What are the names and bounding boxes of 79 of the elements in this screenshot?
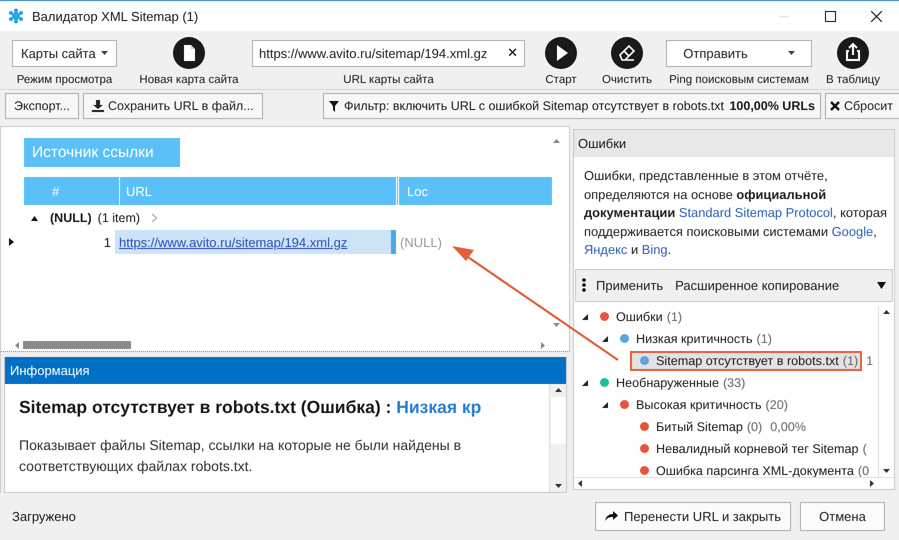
scroll-left-icon bbox=[578, 480, 582, 488]
tree-item[interactable]: Невалидный корневой тег Sitemap ( bbox=[630, 438, 871, 459]
scroll-down-icon bbox=[553, 323, 560, 328]
toolbar-caption: Режим просмотра bbox=[16, 74, 112, 86]
close-icon bbox=[830, 101, 840, 112]
export-button[interactable]: Экспорт... bbox=[5, 93, 79, 120]
toolbar-caption: URL карты сайта bbox=[343, 74, 434, 86]
url-field[interactable]: https://www.avito.ru/sitemap/194.xml.gz ✕ bbox=[252, 40, 525, 66]
scroll-down-icon bbox=[883, 469, 890, 474]
panel-title: Ошибки bbox=[574, 130, 894, 158]
table-cell-text: (NULL) bbox=[399, 234, 442, 250]
tree-item[interactable]: Высокая критичность (20) bbox=[610, 394, 792, 415]
tree-item[interactable]: Битый Sitemap (0) bbox=[630, 416, 766, 437]
dropdown[interactable]: Карты сайта bbox=[12, 40, 117, 66]
group-label: (NULL) bbox=[50, 211, 92, 226]
row-number: 1 bbox=[102, 234, 112, 250]
status-text: Загружено bbox=[12, 509, 77, 524]
app-icon bbox=[8, 8, 24, 24]
tree-item[interactable]: Sitemap отсутствует в robots.txt (1) bbox=[630, 350, 862, 371]
link[interactable]: Standard Sitemap Protocol bbox=[678, 205, 833, 220]
tree-item[interactable]: Ошибки (1) bbox=[590, 306, 686, 327]
link[interactable]: Google bbox=[832, 224, 874, 239]
row-pointer-icon bbox=[9, 238, 14, 246]
reset-button[interactable]: Сбросит bbox=[824, 93, 899, 120]
info-text: Показывает файлы Sitemap, ссылки на которые не были найдены в соответствующих файлах robots.txt. bbox=[19, 436, 462, 476]
scroll-left-icon bbox=[15, 342, 19, 349]
download-icon bbox=[92, 100, 104, 112]
caret-icon bbox=[101, 51, 108, 55]
link[interactable]: Яндекс bbox=[584, 242, 628, 258]
toolbar-caption: Новая карта сайта bbox=[139, 74, 239, 86]
scroll-right-icon bbox=[541, 342, 545, 349]
tree-item[interactable]: Ошибка парсинга XML-документа (0 bbox=[630, 460, 874, 481]
caret-icon bbox=[788, 51, 795, 55]
item-share: 0,00% bbox=[770, 420, 806, 434]
group-count: (1 item) bbox=[98, 211, 140, 226]
dropdown-icon bbox=[877, 282, 886, 289]
cancel-button[interactable]: Отмена bbox=[800, 502, 885, 532]
export-icon bbox=[837, 37, 869, 69]
scrollbar-thumb[interactable] bbox=[550, 396, 566, 444]
scroll-down-icon bbox=[554, 484, 562, 488]
document-icon bbox=[173, 37, 205, 69]
share-arrow-icon bbox=[605, 511, 618, 522]
window-title: Валидатор XML Sitemap (1) bbox=[32, 8, 198, 24]
toolbar-caption: Очистить bbox=[602, 74, 652, 86]
link[interactable]: Bing bbox=[642, 242, 668, 258]
scrollbar-thumb[interactable] bbox=[23, 341, 131, 350]
errors-description: Ошибки, представленные в этом отчёте, определяются на основе официальной документации Standard Sitemap Protocol, которая поддерживается поисковыми системами Google, Яндекс и Bing. bbox=[584, 167, 888, 260]
toolbar-caption: В таблицу bbox=[826, 74, 880, 86]
item-share: 1 bbox=[866, 354, 874, 368]
filter-icon bbox=[328, 100, 339, 112]
play-button[interactable] bbox=[545, 37, 577, 69]
toolbar-button[interactable]: Расширенное копирование bbox=[673, 278, 842, 293]
scroll-up-icon bbox=[883, 310, 890, 314]
eraser-button[interactable] bbox=[611, 37, 643, 69]
tree-item[interactable]: Низкая критичность (1) bbox=[610, 328, 776, 349]
toolbar-button[interactable]: Применить bbox=[594, 278, 666, 293]
url-link[interactable]: https://www.avito.ru/sitemap/194.xml.gz bbox=[115, 230, 391, 254]
scroll-up-icon bbox=[554, 388, 562, 392]
filter-text: Фильтр: включить URL с ошибкой Sitemap отсутствует в robots.txt bbox=[344, 99, 724, 114]
info-heading: Sitemap отсутствует в robots.txt (Ошибка) : Низкая кр bbox=[19, 396, 482, 418]
close-icon bbox=[870, 10, 882, 22]
toolbar-caption: Ping поисковым системам bbox=[669, 74, 809, 86]
export-button[interactable] bbox=[837, 37, 869, 69]
document-button[interactable] bbox=[173, 37, 205, 69]
chevron-icon bbox=[152, 214, 158, 222]
transfer-button[interactable]: Перенести URL и закрыть bbox=[595, 502, 791, 532]
more-icon bbox=[582, 278, 586, 292]
maximize-icon bbox=[824, 10, 836, 22]
filter-share: 100,00% URLs bbox=[729, 99, 815, 114]
eraser-icon bbox=[611, 37, 643, 69]
scroll-up-icon bbox=[553, 139, 560, 144]
toolbar-caption: Старт bbox=[545, 74, 577, 86]
panel-title: Информация bbox=[5, 356, 566, 384]
tree-item[interactable]: Необнаруженные (33) bbox=[590, 372, 750, 393]
play-icon bbox=[545, 37, 577, 69]
dropdown[interactable]: Отправить bbox=[666, 40, 812, 66]
scroll-right-icon bbox=[870, 480, 874, 488]
clear-button[interactable]: ✕ bbox=[507, 46, 518, 60]
save-button[interactable]: Сохранить URL в файл... bbox=[83, 93, 263, 120]
